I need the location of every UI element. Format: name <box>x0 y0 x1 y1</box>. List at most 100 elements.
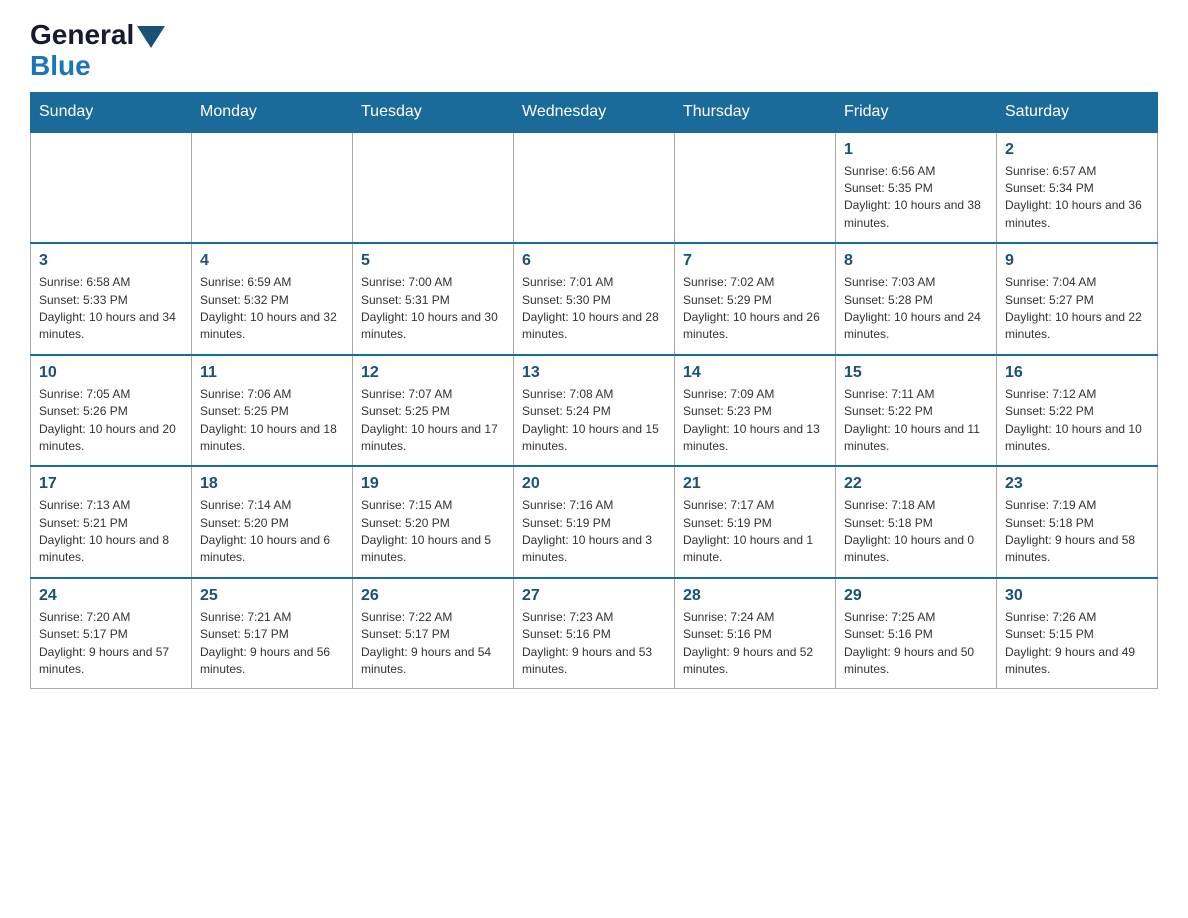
calendar-cell: 16 Sunrise: 7:12 AM Sunset: 5:22 PM Dayli… <box>997 355 1158 467</box>
calendar-cell: 14Sunrise: 7:09 AM Sunset: 5:23 PM Dayli… <box>675 355 836 467</box>
calendar-cell <box>31 132 192 244</box>
day-number: 22 <box>844 475 988 493</box>
day-info: Sunrise: 7:03 AM Sunset: 5:28 PM Dayligh… <box>844 274 988 344</box>
header-cell-monday: Monday <box>192 92 353 132</box>
calendar-cell: 17 Sunrise: 7:13 AM Sunset: 5:21 PM Dayli… <box>31 466 192 578</box>
calendar-cell: 8 Sunrise: 7:03 AM Sunset: 5:28 PM Daylig… <box>836 243 997 355</box>
calendar-cell: 18 Sunrise: 7:14 AM Sunset: 5:20 PM Dayli… <box>192 466 353 578</box>
calendar-cell: 24 Sunrise: 7:20 AM Sunset: 5:17 PM Dayli… <box>31 578 192 689</box>
day-number: 8 <box>844 252 988 270</box>
day-number: 9 <box>1005 252 1149 270</box>
day-number: 7 <box>683 252 827 270</box>
day-number: 3 <box>39 252 183 270</box>
calendar-cell: 19 Sunrise: 7:15 AM Sunset: 5:20 PM Dayli… <box>353 466 514 578</box>
calendar-cell: 9 Sunrise: 7:04 AM Sunset: 5:27 PM Daylig… <box>997 243 1158 355</box>
day-info: Sunrise: 7:24 AM Sunset: 5:16 PM Dayligh… <box>683 609 827 679</box>
header-cell-tuesday: Tuesday <box>353 92 514 132</box>
day-number: 12 <box>361 364 505 382</box>
day-number: 13 <box>522 364 666 382</box>
day-number: 18 <box>200 475 344 493</box>
day-number: 10 <box>39 364 183 382</box>
calendar-cell: 27Sunrise: 7:23 AM Sunset: 5:16 PM Dayli… <box>514 578 675 689</box>
calendar-cell: 20Sunrise: 7:16 AM Sunset: 5:19 PM Dayli… <box>514 466 675 578</box>
day-info: Sunrise: 6:56 AM Sunset: 5:35 PM Dayligh… <box>844 163 988 233</box>
calendar-cell: 7 Sunrise: 7:02 AM Sunset: 5:29 PM Daylig… <box>675 243 836 355</box>
day-info: Sunrise: 7:25 AM Sunset: 5:16 PM Dayligh… <box>844 609 988 679</box>
day-number: 15 <box>844 364 988 382</box>
calendar-cell: 21Sunrise: 7:17 AM Sunset: 5:19 PM Dayli… <box>675 466 836 578</box>
day-number: 1 <box>844 141 988 159</box>
calendar-cell: 15 Sunrise: 7:11 AM Sunset: 5:22 PM Dayli… <box>836 355 997 467</box>
calendar-cell: 13Sunrise: 7:08 AM Sunset: 5:24 PM Dayli… <box>514 355 675 467</box>
day-info: Sunrise: 7:16 AM Sunset: 5:19 PM Dayligh… <box>522 497 666 567</box>
calendar-week-4: 17 Sunrise: 7:13 AM Sunset: 5:21 PM Dayli… <box>31 466 1158 578</box>
day-number: 29 <box>844 587 988 605</box>
header-cell-friday: Friday <box>836 92 997 132</box>
calendar-cell: 25 Sunrise: 7:21 AM Sunset: 5:17 PM Dayli… <box>192 578 353 689</box>
day-info: Sunrise: 7:13 AM Sunset: 5:21 PM Dayligh… <box>39 497 183 567</box>
calendar-cell: 6 Sunrise: 7:01 AM Sunset: 5:30 PM Daylig… <box>514 243 675 355</box>
calendar-cell: 10 Sunrise: 7:05 AM Sunset: 5:26 PM Dayli… <box>31 355 192 467</box>
day-number: 27 <box>522 587 666 605</box>
day-info: Sunrise: 7:20 AM Sunset: 5:17 PM Dayligh… <box>39 609 183 679</box>
header-cell-sunday: Sunday <box>31 92 192 132</box>
calendar-cell: 11 Sunrise: 7:06 AM Sunset: 5:25 PM Dayli… <box>192 355 353 467</box>
day-info: Sunrise: 7:19 AM Sunset: 5:18 PM Dayligh… <box>1005 497 1149 567</box>
calendar-cell: 5 Sunrise: 7:00 AM Sunset: 5:31 PM Daylig… <box>353 243 514 355</box>
day-number: 23 <box>1005 475 1149 493</box>
day-info: Sunrise: 7:15 AM Sunset: 5:20 PM Dayligh… <box>361 497 505 567</box>
day-number: 17 <box>39 475 183 493</box>
logo: General Blue <box>30 20 165 82</box>
calendar-header: SundayMondayTuesdayWednesdayThursdayFrid… <box>31 92 1158 132</box>
day-info: Sunrise: 7:00 AM Sunset: 5:31 PM Dayligh… <box>361 274 505 344</box>
calendar-cell: 22Sunrise: 7:18 AM Sunset: 5:18 PM Dayli… <box>836 466 997 578</box>
calendar-cell <box>514 132 675 244</box>
logo-triangle-icon <box>137 26 165 48</box>
calendar-week-3: 10 Sunrise: 7:05 AM Sunset: 5:26 PM Dayli… <box>31 355 1158 467</box>
header-cell-wednesday: Wednesday <box>514 92 675 132</box>
calendar-cell: 1 Sunrise: 6:56 AM Sunset: 5:35 PM Daylig… <box>836 132 997 244</box>
day-info: Sunrise: 7:11 AM Sunset: 5:22 PM Dayligh… <box>844 386 988 456</box>
page-header: General Blue <box>30 20 1158 82</box>
calendar-cell <box>353 132 514 244</box>
day-info: Sunrise: 7:06 AM Sunset: 5:25 PM Dayligh… <box>200 386 344 456</box>
calendar-table: SundayMondayTuesdayWednesdayThursdayFrid… <box>30 92 1158 690</box>
day-info: Sunrise: 7:02 AM Sunset: 5:29 PM Dayligh… <box>683 274 827 344</box>
day-number: 14 <box>683 364 827 382</box>
day-info: Sunrise: 7:26 AM Sunset: 5:15 PM Dayligh… <box>1005 609 1149 679</box>
day-number: 19 <box>361 475 505 493</box>
calendar-cell: 29 Sunrise: 7:25 AM Sunset: 5:16 PM Dayli… <box>836 578 997 689</box>
day-info: Sunrise: 7:22 AM Sunset: 5:17 PM Dayligh… <box>361 609 505 679</box>
day-number: 5 <box>361 252 505 270</box>
day-number: 30 <box>1005 587 1149 605</box>
day-number: 4 <box>200 252 344 270</box>
calendar-cell <box>192 132 353 244</box>
day-number: 11 <box>200 364 344 382</box>
day-number: 24 <box>39 587 183 605</box>
calendar-cell: 28 Sunrise: 7:24 AM Sunset: 5:16 PM Dayli… <box>675 578 836 689</box>
day-info: Sunrise: 7:05 AM Sunset: 5:26 PM Dayligh… <box>39 386 183 456</box>
header-cell-saturday: Saturday <box>997 92 1158 132</box>
calendar-cell: 2Sunrise: 6:57 AM Sunset: 5:34 PM Daylig… <box>997 132 1158 244</box>
day-info: Sunrise: 7:12 AM Sunset: 5:22 PM Dayligh… <box>1005 386 1149 456</box>
calendar-cell: 26 Sunrise: 7:22 AM Sunset: 5:17 PM Dayli… <box>353 578 514 689</box>
calendar-week-2: 3 Sunrise: 6:58 AM Sunset: 5:33 PM Daylig… <box>31 243 1158 355</box>
day-info: Sunrise: 7:21 AM Sunset: 5:17 PM Dayligh… <box>200 609 344 679</box>
calendar-week-5: 24 Sunrise: 7:20 AM Sunset: 5:17 PM Dayli… <box>31 578 1158 689</box>
header-row: SundayMondayTuesdayWednesdayThursdayFrid… <box>31 92 1158 132</box>
day-info: Sunrise: 7:04 AM Sunset: 5:27 PM Dayligh… <box>1005 274 1149 344</box>
calendar-week-1: 1 Sunrise: 6:56 AM Sunset: 5:35 PM Daylig… <box>31 132 1158 244</box>
day-number: 16 <box>1005 364 1149 382</box>
day-number: 2 <box>1005 141 1149 159</box>
day-info: Sunrise: 7:14 AM Sunset: 5:20 PM Dayligh… <box>200 497 344 567</box>
header-cell-thursday: Thursday <box>675 92 836 132</box>
logo-blue-text: Blue <box>30 51 165 82</box>
day-info: Sunrise: 6:58 AM Sunset: 5:33 PM Dayligh… <box>39 274 183 344</box>
day-number: 6 <box>522 252 666 270</box>
day-number: 25 <box>200 587 344 605</box>
calendar-cell: 12Sunrise: 7:07 AM Sunset: 5:25 PM Dayli… <box>353 355 514 467</box>
day-number: 26 <box>361 587 505 605</box>
day-number: 28 <box>683 587 827 605</box>
calendar-cell: 23 Sunrise: 7:19 AM Sunset: 5:18 PM Dayli… <box>997 466 1158 578</box>
day-info: Sunrise: 7:01 AM Sunset: 5:30 PM Dayligh… <box>522 274 666 344</box>
